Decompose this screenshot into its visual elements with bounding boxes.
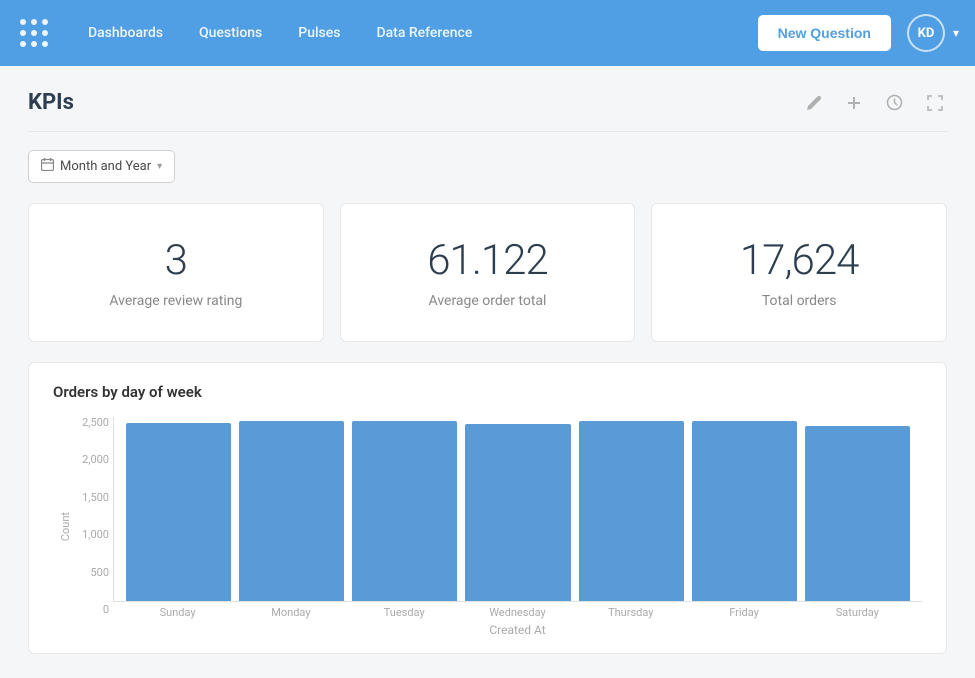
history-button[interactable] — [882, 90, 907, 115]
add-card-button[interactable] — [842, 91, 866, 115]
y-tick-3: 1,000 — [82, 529, 109, 540]
avatar-chevron-icon[interactable]: ▾ — [953, 26, 959, 40]
y-axis-label: Count — [59, 512, 72, 541]
navbar: Dashboards Questions Pulses Data Referen… — [0, 0, 975, 66]
x-label-sunday: Sunday — [125, 606, 230, 619]
logo — [16, 15, 52, 51]
filter-label: Month and Year — [60, 159, 151, 174]
nav-pulses[interactable]: Pulses — [282, 17, 356, 49]
bars-area — [113, 417, 922, 602]
header-actions — [802, 90, 947, 115]
y-tick-0: 2,500 — [82, 417, 109, 428]
kpi-card-0: 3 Average review rating — [28, 203, 324, 342]
filter-bar: Month and Year ▾ — [28, 150, 947, 183]
chart-title: Orders by day of week — [53, 383, 922, 401]
nav-links: Dashboards Questions Pulses Data Referen… — [72, 17, 758, 49]
main-content: KPIs — [0, 66, 975, 678]
divider — [28, 131, 947, 132]
nav-data-reference[interactable]: Data Reference — [360, 17, 488, 49]
x-label-wednesday: Wednesday — [465, 606, 570, 619]
kpi-label-1: Average order total — [429, 293, 547, 309]
bar-wednesday[interactable] — [465, 424, 570, 601]
dashboard-title: KPIs — [28, 90, 74, 115]
bar-friday[interactable] — [692, 421, 797, 601]
bar-thursday[interactable] — [579, 421, 684, 601]
nav-questions[interactable]: Questions — [183, 17, 278, 49]
bar-sunday[interactable] — [126, 423, 231, 601]
bar-saturday[interactable] — [805, 426, 910, 601]
y-axis-ticks: 2,500 2,000 1,500 1,000 500 0 — [77, 417, 113, 637]
y-tick-4: 500 — [90, 567, 109, 578]
new-question-button[interactable]: New Question — [758, 15, 891, 51]
x-label-thursday: Thursday — [578, 606, 683, 619]
x-label-monday: Monday — [238, 606, 343, 619]
month-year-filter[interactable]: Month and Year ▾ — [28, 150, 175, 183]
kpi-card-1: 61.122 Average order total — [340, 203, 636, 342]
x-labels-area: Sunday Monday Tuesday Wednesday Thursday Frid… — [113, 602, 922, 619]
kpi-value-2: 17,624 — [740, 236, 859, 285]
fullscreen-button[interactable] — [923, 91, 947, 115]
kpi-card-2: 17,624 Total orders — [651, 203, 947, 342]
kpi-row: 3 Average review rating 61.122 Average o… — [28, 203, 947, 342]
chart-card: Orders by day of week Count 2,500 2,000 … — [28, 362, 947, 654]
kpi-label-0: Average review rating — [109, 293, 242, 309]
y-tick-2: 1,500 — [82, 492, 109, 503]
y-tick-1: 2,000 — [82, 454, 109, 465]
x-label-saturday: Saturday — [805, 606, 910, 619]
filter-chevron-icon: ▾ — [157, 161, 162, 172]
kpi-label-2: Total orders — [762, 293, 837, 309]
calendar-icon — [41, 158, 54, 175]
nav-dashboards[interactable]: Dashboards — [72, 17, 179, 49]
y-tick-5: 0 — [103, 604, 109, 615]
kpi-value-0: 3 — [165, 236, 187, 285]
x-label-friday: Friday — [691, 606, 796, 619]
bar-tuesday[interactable] — [352, 421, 457, 601]
dashboard-header: KPIs — [28, 90, 947, 115]
x-axis-title: Created At — [113, 623, 922, 637]
avatar[interactable]: KD — [907, 14, 945, 52]
edit-dashboard-button[interactable] — [802, 91, 826, 115]
x-label-tuesday: Tuesday — [352, 606, 457, 619]
bar-monday[interactable] — [239, 421, 344, 601]
kpi-value-1: 61.122 — [427, 236, 548, 285]
